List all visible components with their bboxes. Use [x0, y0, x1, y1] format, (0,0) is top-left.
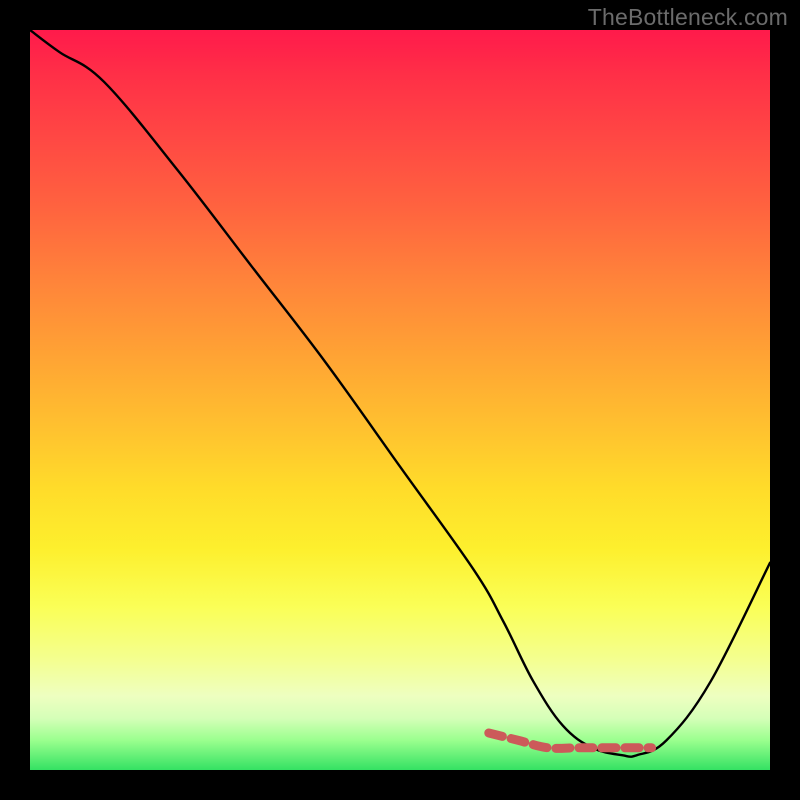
- curve-layer: [30, 30, 770, 770]
- chart-frame: TheBottleneck.com: [0, 0, 800, 800]
- bottleneck-curve: [30, 30, 770, 757]
- plot-area: [30, 30, 770, 770]
- watermark-text: TheBottleneck.com: [588, 4, 788, 31]
- marker-band: [489, 733, 652, 748]
